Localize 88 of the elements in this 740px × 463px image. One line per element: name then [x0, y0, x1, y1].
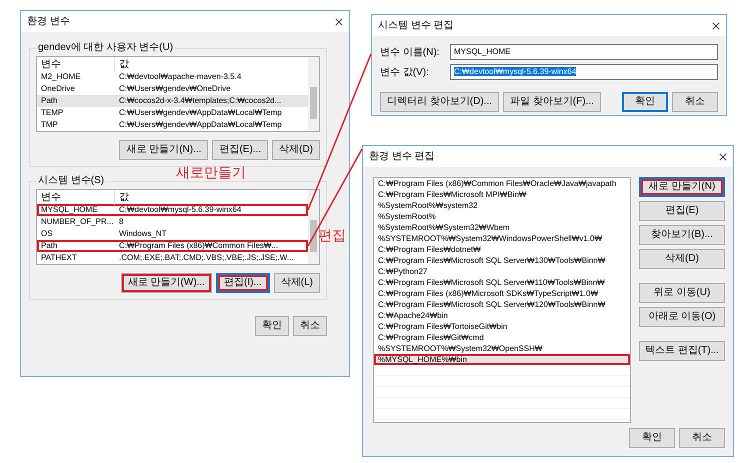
- dialog-button[interactable]: 위로 이동(U): [639, 283, 725, 303]
- list-item[interactable]: %SystemRoot%₩System32₩Wbem: [374, 222, 630, 233]
- list-item[interactable]: C:₩Program Files₩dotnet₩: [374, 244, 630, 255]
- dialog-button[interactable]: 취소: [672, 92, 718, 112]
- dialog-button[interactable]: 삭제(D): [639, 249, 725, 269]
- table-cell-text: C:₩Users₩gendev₩OneDrive: [118, 83, 232, 95]
- dialog-button[interactable]: 찾아보기(B)...: [639, 225, 725, 245]
- table-row[interactable]: PATHEXT .COM;.EXE;.BAT;.CMD;.VBS;.VBE;.JS;.JSE;.W...: [37, 252, 308, 264]
- table-cell-text: C:₩Users₩gendev₩AppData₩Local₩Temp: [118, 119, 283, 131]
- column-header[interactable]: 값: [115, 56, 308, 72]
- close-icon[interactable]: [335, 18, 343, 26]
- table-cell-text: Path: [40, 240, 58, 252]
- dialog-button[interactable]: 삭제(D): [272, 140, 320, 160]
- list-item[interactable]: C:₩Program Files (x86)₩Microsoft SDKs₩TypeScript₩1.0₩: [374, 288, 630, 299]
- window-title: 환경 변수: [27, 15, 70, 29]
- dialog-button[interactable]: 편집(E)...: [212, 140, 268, 160]
- table-row[interactable]: TEMP C:₩Users₩gendev₩AppData₩Local₩Temp: [37, 107, 308, 119]
- table-row[interactable]: TMP C:₩Users₩gendev₩AppData₩Local₩Temp: [37, 119, 308, 131]
- field-label: 변수 값(V):: [380, 66, 430, 80]
- table-row[interactable]: MYSQL_HOME C:₩devtool₩mysql-5.6.39-winx64: [37, 204, 308, 216]
- annotation-label: 새로만들기: [176, 165, 246, 179]
- scrollbar[interactable]: [308, 190, 319, 264]
- list-item[interactable]: C:₩Python27: [374, 266, 630, 277]
- input-field[interactable]: C:₩devtool₩mysql-5.6.39-winx64: [450, 64, 718, 80]
- table-row[interactable]: Path C:₩Program Files (x86)₩Common Files₩...: [37, 240, 308, 252]
- table-cell-text: C:₩Users₩gendev₩AppData₩Local₩Temp: [118, 107, 283, 119]
- table-cell-text: NUMBER_OF_PR...: [40, 216, 114, 228]
- table-cell-text: M2_HOME: [40, 71, 82, 83]
- table-cell-text: .COM;.EXE;.BAT;.CMD;.VBS;.VBE;.JS;.JSE;.W...: [118, 252, 295, 264]
- table-row[interactable]: NUMBER_OF_PR... 8: [37, 216, 308, 228]
- dialog-button[interactable]: 새로 만들기(N): [639, 177, 725, 197]
- dialog-button[interactable]: 텍스트 편집(T)...: [639, 341, 725, 361]
- close-icon[interactable]: [719, 152, 727, 160]
- table-cell-text: Windows_NT: [118, 228, 168, 240]
- column-header[interactable]: 변수: [37, 56, 115, 72]
- table-cell-text: C:₩cocos2d-x-3.4₩templates;C:₩cocos2d...: [118, 95, 282, 107]
- table-cell-text: PATHEXT: [40, 252, 78, 264]
- dialog-button[interactable]: 삭제(L): [274, 273, 320, 293]
- table-cell-text: OneDrive: [40, 83, 76, 95]
- dialog-button[interactable]: 새로 만들기(W)...: [120, 273, 212, 293]
- column-header[interactable]: 변수: [37, 190, 115, 204]
- dialog-button[interactable]: 편집(E): [639, 201, 725, 221]
- group-label: gendev에 대한 사용자 변수(U): [37, 42, 174, 54]
- table-row[interactable]: OS Windows_NT: [37, 228, 308, 240]
- dialog-button[interactable]: 확인: [622, 92, 668, 112]
- table-cell-text: C:₩devtool₩mysql-5.6.39-winx64: [118, 204, 242, 216]
- dialog-button[interactable]: 취소: [679, 428, 725, 448]
- list-item[interactable]: %SystemRoot%₩system32: [374, 200, 630, 211]
- dialog-button[interactable]: 편집(I)...: [216, 273, 270, 293]
- list-item[interactable]: C:₩Program Files₩Microsoft SQL Server₩120₩Tools₩Binn₩: [374, 299, 630, 310]
- list-item[interactable]: C:₩Apache24₩bin: [374, 310, 630, 321]
- list-item[interactable]: C:₩Program Files₩Microsoft MPI₩Bin₩: [374, 189, 630, 200]
- table-row[interactable]: Path C:₩cocos2d-x-3.4₩templates;C:₩cocos2d...: [37, 95, 308, 107]
- table-cell-text: TEMP: [40, 107, 64, 119]
- list-item[interactable]: C:₩Program Files (x86)₩Common Files₩Oracle₩Java₩javapath: [374, 178, 630, 189]
- list-item[interactable]: C:₩Program Files₩Microsoft SQL Server₩110₩Tools₩Binn₩: [374, 277, 630, 288]
- input-field[interactable]: MYSQL_HOME: [450, 44, 718, 60]
- annotation-label: 편집: [318, 228, 346, 242]
- close-icon[interactable]: [712, 22, 720, 30]
- table-row[interactable]: OneDrive C:₩Users₩gendev₩OneDrive: [37, 83, 308, 95]
- table-cell-text: C:₩Program Files (x86)₩Common Files₩...: [118, 240, 280, 252]
- list-item[interactable]: %MYSQL_HOME%₩bin: [374, 354, 630, 365]
- dialog-button[interactable]: 확인: [629, 428, 675, 448]
- dialog-button[interactable]: 확인: [255, 316, 289, 336]
- list-item[interactable]: %SYSTEMROOT%₩System32₩OpenSSH₩: [374, 343, 630, 354]
- list-item[interactable]: C:₩Program Files₩TortoiseGit₩bin: [374, 321, 630, 332]
- table-cell-text: MYSQL_HOME: [40, 204, 98, 216]
- table-cell-text: Path: [40, 95, 58, 107]
- list-item[interactable]: %SYSTEMROOT%₩System32₩WindowsPowerShell₩v1.0₩: [374, 233, 630, 244]
- table-row[interactable]: M2_HOME C:₩devtool₩apache-maven-3.5.4: [37, 71, 308, 83]
- dialog-button[interactable]: 디렉터리 찾아보기(D)...: [380, 92, 499, 112]
- dialog-button[interactable]: 취소: [293, 316, 327, 336]
- table-cell-text: C:₩devtool₩apache-maven-3.5.4: [118, 71, 242, 83]
- dialog-button[interactable]: 파일 찾아보기(F)...: [503, 92, 601, 112]
- scrollbar[interactable]: [308, 57, 319, 131]
- window-title: 환경 변수 편집: [369, 150, 435, 164]
- window-title: 시스템 변수 편집: [378, 19, 454, 33]
- list-item[interactable]: C:₩Program Files₩Git₩cmd: [374, 332, 630, 343]
- list-item[interactable]: C:₩Program Files₩Microsoft SQL Server₩130₩Tools₩Binn₩: [374, 255, 630, 266]
- field-label: 변수 이름(N):: [380, 46, 440, 60]
- dialog-button[interactable]: 아래로 이동(O): [639, 307, 725, 327]
- table-cell-text: OS: [40, 228, 54, 240]
- table-cell-text: TMP: [40, 119, 59, 131]
- list-item[interactable]: %SystemRoot%: [374, 211, 630, 222]
- dialog-button[interactable]: 새로 만들기(N)...: [119, 140, 208, 160]
- table-cell-text: 8: [118, 216, 124, 228]
- group-label: 시스템 변수(S): [37, 175, 106, 187]
- column-header[interactable]: 값: [115, 190, 308, 204]
